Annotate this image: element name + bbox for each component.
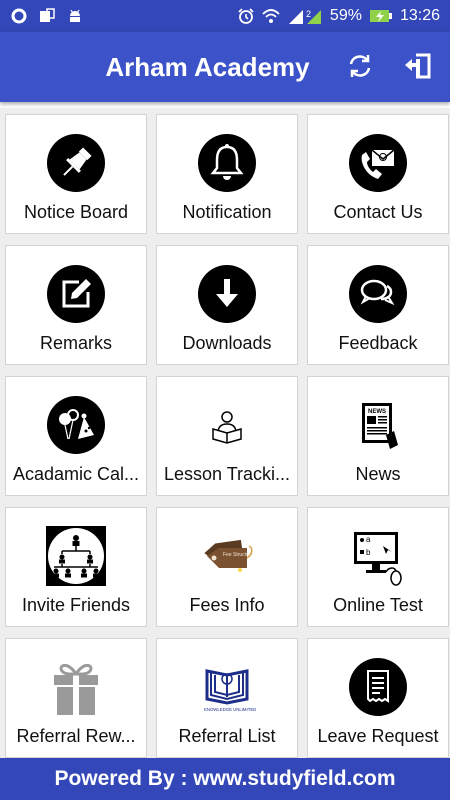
android-icon	[66, 7, 84, 25]
tile-label: News	[355, 464, 401, 484]
reader-icon	[197, 395, 257, 455]
fees-tag-icon: Fee Structure	[197, 526, 257, 586]
menu-grid: Notice Board Notification Contact Us Rem…	[0, 108, 450, 758]
tile-invite-friends[interactable]: Invite Friends	[5, 507, 147, 627]
test-a-text: a	[366, 535, 371, 544]
tile-label: Fees Info	[189, 595, 265, 615]
tile-label: Contact Us	[333, 202, 423, 222]
sim2-label: 2	[306, 9, 311, 19]
tile-downloads[interactable]: Downloads	[156, 245, 298, 365]
party-calendar-icon	[46, 395, 106, 455]
tile-label: Leave Request	[317, 726, 439, 746]
app-bar: Arham Academy	[0, 32, 450, 102]
tile-contact-us[interactable]: Contact Us	[307, 114, 449, 234]
tile-remarks[interactable]: Remarks	[5, 245, 147, 365]
network-icon	[46, 526, 106, 586]
logout-icon	[402, 50, 434, 87]
powered-by-footer[interactable]: Powered By : www.studyfield.com	[0, 758, 450, 800]
tile-referral-rewards[interactable]: Referral Rew...	[5, 638, 147, 758]
test-b-text: b	[366, 548, 371, 557]
tile-feedback[interactable]: Feedback	[307, 245, 449, 365]
knowledge-unlimited-text: KNOWLEDGE UNLIMITED	[204, 707, 256, 712]
circle-icon	[10, 7, 28, 25]
sim1-label: 1	[288, 9, 293, 19]
tile-label: Lesson Tracki...	[163, 464, 291, 484]
tile-label: Acadamic Cal...	[12, 464, 140, 484]
status-left	[10, 7, 84, 25]
tile-label: Feedback	[338, 333, 418, 353]
download-icon	[197, 264, 257, 324]
tile-label: Referral Rew...	[16, 726, 136, 746]
book-emblem-icon: KNOWLEDGE UNLIMITED	[197, 657, 257, 717]
battery-percent: 59%	[329, 7, 362, 24]
clock: 13:26	[399, 7, 440, 24]
edit-icon	[46, 264, 106, 324]
tile-label: Downloads	[182, 333, 272, 353]
tile-label: Remarks	[39, 333, 112, 353]
tile-label: Notice Board	[23, 202, 129, 222]
tile-online-test[interactable]: ab Online Test	[307, 507, 449, 627]
signal-icon: 12	[287, 7, 323, 25]
tile-label: Referral List	[178, 726, 276, 746]
wifi-icon	[262, 7, 280, 25]
tile-label: Invite Friends	[21, 595, 131, 615]
tile-label: Notification	[182, 202, 272, 222]
tile-referral-list[interactable]: KNOWLEDGE UNLIMITED Referral List	[156, 638, 298, 758]
chat-bubbles-icon	[348, 264, 408, 324]
alarm-icon	[237, 7, 255, 25]
tile-news[interactable]: NEWS News	[307, 376, 449, 496]
app-title: Arham Academy	[105, 52, 310, 82]
contact-phone-mail-icon	[348, 133, 408, 193]
logout-button[interactable]	[402, 52, 434, 84]
battery-charging-icon	[369, 7, 393, 25]
footer-text: Powered By : www.studyfield.com	[54, 767, 396, 790]
news-icon-text: NEWS	[368, 409, 386, 415]
refresh-button[interactable]	[344, 52, 376, 84]
status-bar: 12 59% 13:26	[0, 0, 450, 32]
newspaper-icon: NEWS	[348, 395, 408, 455]
tile-leave-request[interactable]: Leave Request	[307, 638, 449, 758]
status-right: 12 59% 13:26	[237, 7, 440, 25]
tile-fees-info[interactable]: Fee Structure Fees Info	[156, 507, 298, 627]
tile-academic-calendar[interactable]: Acadamic Cal...	[5, 376, 147, 496]
refresh-icon	[346, 52, 374, 85]
pin-icon	[46, 133, 106, 193]
bell-icon	[197, 133, 257, 193]
tile-notice-board[interactable]: Notice Board	[5, 114, 147, 234]
monitor-test-icon: ab	[348, 526, 408, 586]
tile-lesson-tracking[interactable]: Lesson Tracki...	[156, 376, 298, 496]
receipt-icon	[348, 657, 408, 717]
sim-card-icon	[38, 7, 56, 25]
gift-icon	[46, 657, 106, 717]
tile-notification[interactable]: Notification	[156, 114, 298, 234]
tile-label: Online Test	[333, 595, 423, 615]
